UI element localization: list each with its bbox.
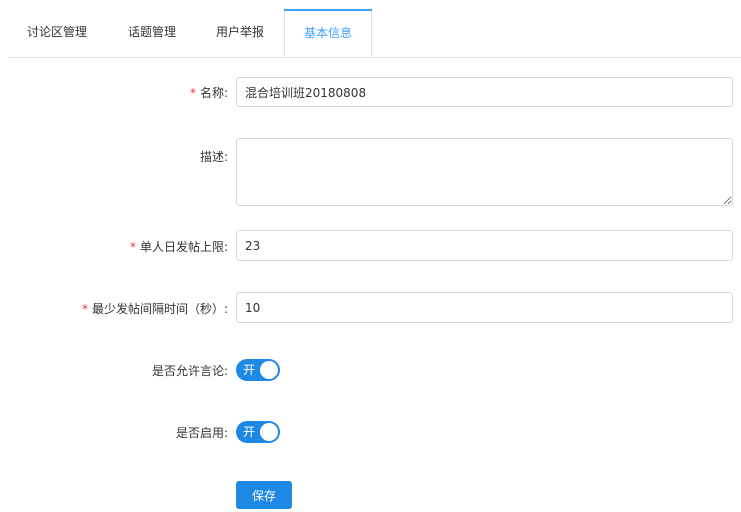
daily-limit-input[interactable]	[236, 230, 733, 261]
tab-forum-management[interactable]: 讨论区管理	[16, 9, 98, 57]
form-row-min-interval: * 最少发帖间隔时间（秒）:	[0, 292, 741, 323]
toggle-state-text: 开	[243, 363, 256, 377]
description-label: 描述:	[199, 150, 228, 164]
toggle-knob	[260, 423, 278, 441]
allow-comment-label: 是否允许言论:	[151, 364, 228, 378]
allow-comment-toggle[interactable]: 开	[236, 359, 280, 381]
form-row-description: 描述:	[0, 138, 741, 206]
tab-bar: 讨论区管理 话题管理 用户举报 基本信息	[8, 9, 741, 58]
name-label: * 名称:	[189, 86, 228, 100]
required-mark: *	[129, 240, 136, 254]
required-mark: *	[81, 302, 88, 316]
enabled-label: 是否启用:	[175, 426, 228, 440]
tab-topic-management[interactable]: 话题管理	[116, 9, 188, 57]
toggle-state-text: 开	[243, 425, 256, 439]
name-input[interactable]	[236, 77, 733, 107]
daily-limit-label: * 单人日发帖上限:	[129, 240, 228, 254]
tab-basic-info[interactable]: 基本信息	[284, 9, 372, 57]
min-interval-label: * 最少发帖间隔时间（秒）:	[81, 302, 228, 316]
form-row-daily-limit: * 单人日发帖上限:	[0, 230, 741, 261]
description-textarea[interactable]	[236, 138, 733, 206]
tab-user-reports[interactable]: 用户举报	[204, 9, 276, 57]
min-interval-input[interactable]	[236, 292, 733, 323]
toggle-knob	[260, 361, 278, 379]
save-button[interactable]: 保存	[236, 481, 292, 509]
form-row-enabled: 是否启用: 开	[0, 421, 741, 443]
form-row-allow-comment: 是否允许言论: 开	[0, 359, 741, 381]
form-row-name: * 名称:	[0, 77, 741, 107]
required-mark: *	[189, 86, 196, 100]
enabled-toggle[interactable]: 开	[236, 421, 280, 443]
